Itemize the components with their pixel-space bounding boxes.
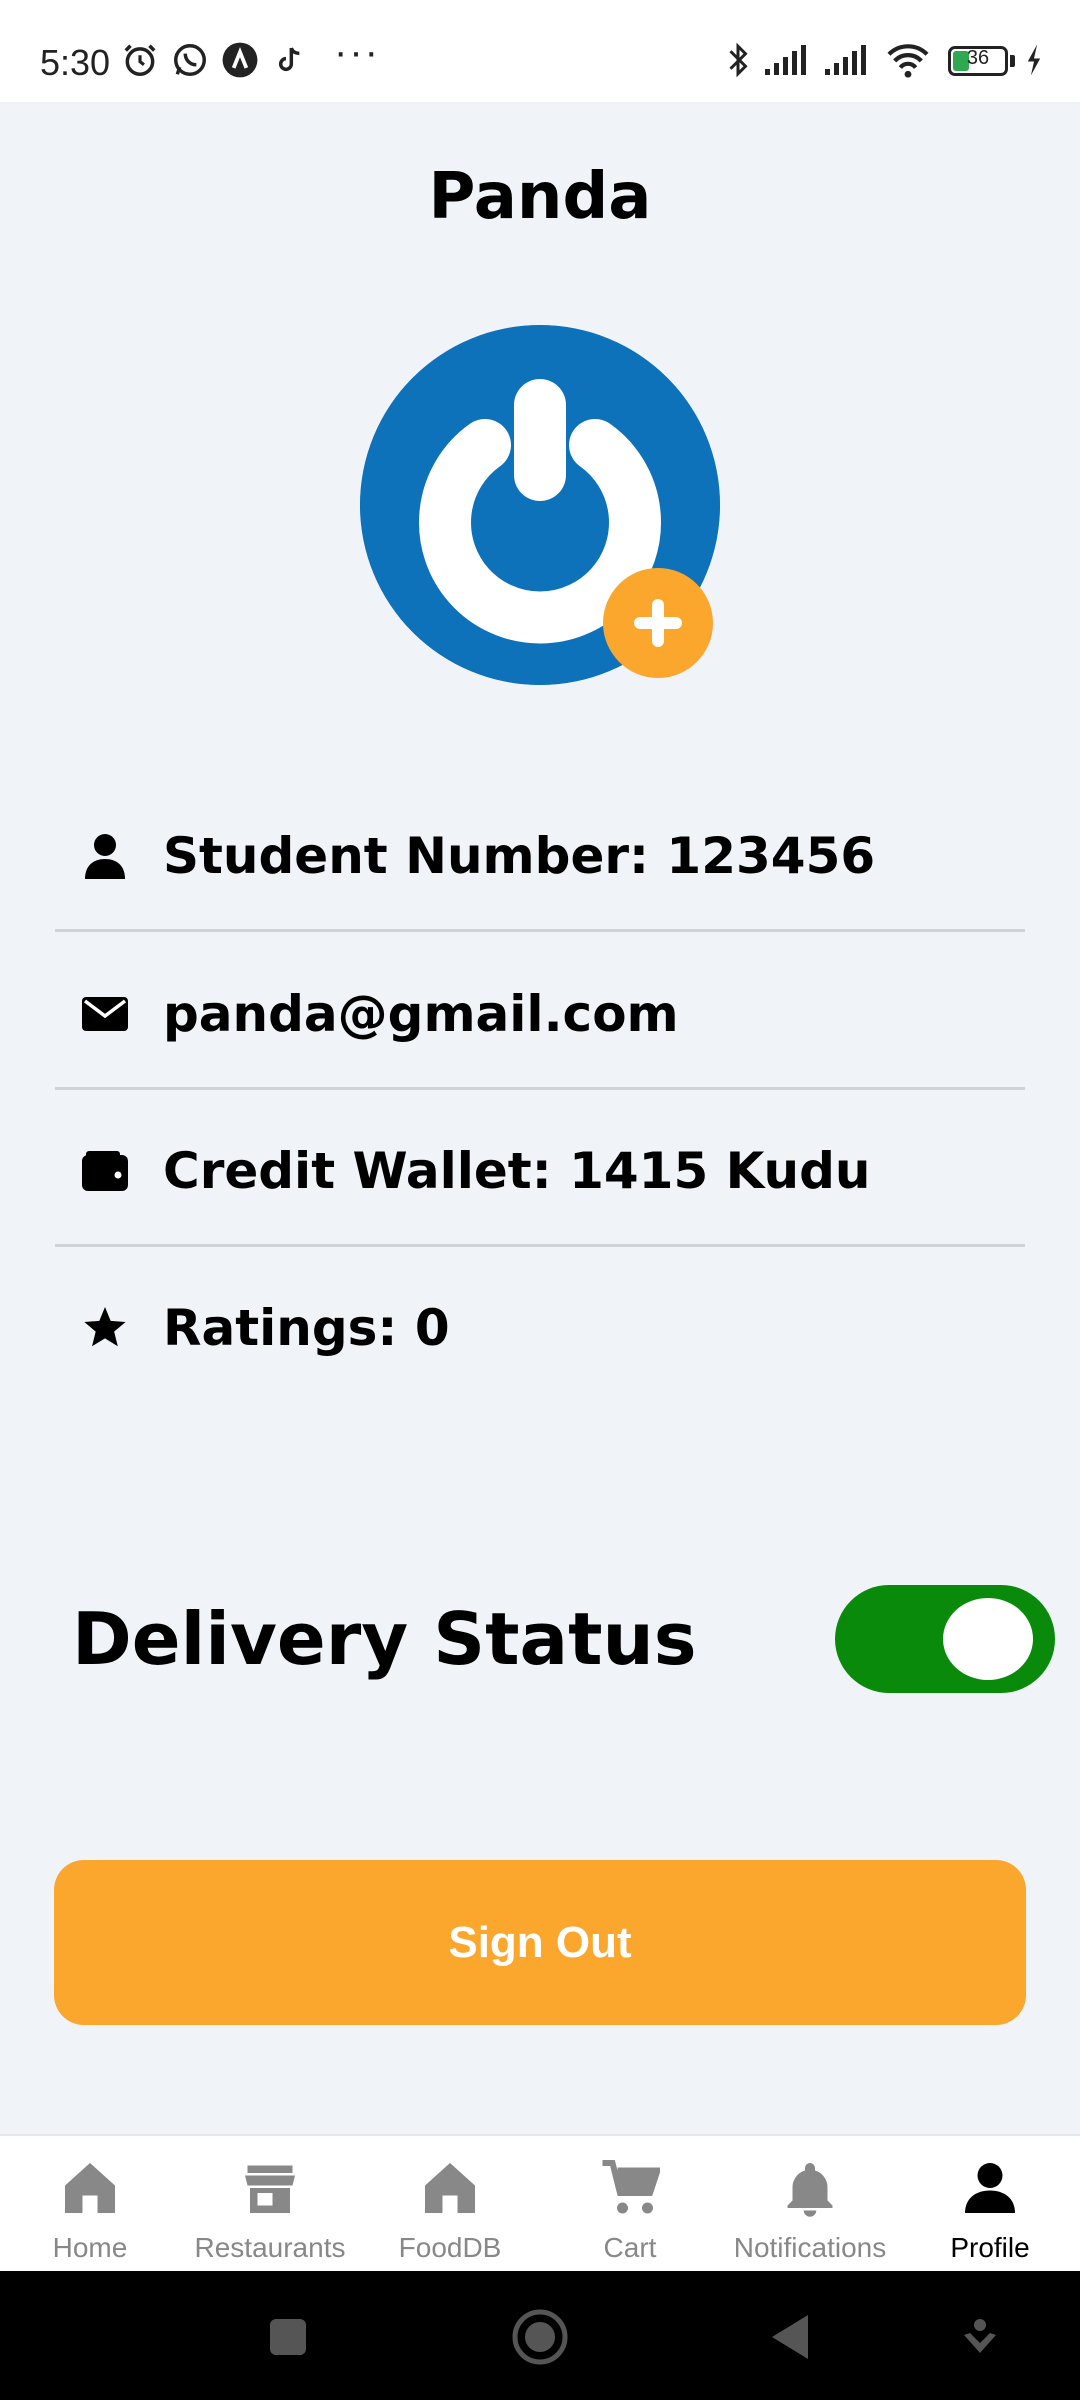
charging-icon — [1022, 40, 1046, 80]
nav-item-restaurants[interactable]: Restaurants — [180, 2136, 360, 2271]
student-number-text: Student Number: 123456 — [163, 826, 876, 885]
nav-label-notifications: Notifications — [733, 2232, 887, 2263]
nav-label-profile: Profile — [950, 2232, 1030, 2263]
system-navigation-bar — [0, 2271, 1080, 2400]
mail-icon — [80, 989, 130, 1039]
nav-item-notifications[interactable]: Notifications — [720, 2136, 900, 2271]
nav-label-cart: Cart — [603, 2232, 657, 2263]
wallet-text: Credit Wallet: 1415 Kudu — [163, 1141, 871, 1200]
add-photo-button[interactable] — [603, 568, 713, 678]
home-button-icon[interactable] — [508, 2305, 572, 2369]
store-icon — [238, 2156, 302, 2220]
nav-label-restaurants: Restaurants — [194, 2232, 346, 2263]
toggle-knob — [943, 1598, 1033, 1680]
ratings-row: Ratings: 0 — [55, 1253, 1025, 1403]
home-icon — [418, 2156, 482, 2220]
nav-item-profile[interactable]: Profile — [900, 2136, 1080, 2271]
nav-label-home: Home — [52, 2232, 128, 2263]
whatsapp-icon — [170, 40, 210, 80]
signal-icon — [762, 40, 814, 80]
email-text: panda@gmail.com — [163, 984, 679, 1043]
status-bar: 5:30 ··· 36 — [0, 0, 1080, 102]
back-icon[interactable] — [758, 2305, 822, 2369]
page-title: Panda — [428, 160, 652, 234]
ratings-text: Ratings: 0 — [163, 1299, 450, 1357]
star-icon — [80, 1303, 130, 1353]
delivery-status-label: Delivery Status — [72, 1597, 697, 1681]
status-time: 5:30 — [40, 42, 111, 83]
battery-level: 36 — [966, 47, 990, 69]
person-icon — [958, 2156, 1022, 2220]
email-row: panda@gmail.com — [55, 940, 1025, 1090]
nav-item-cart[interactable]: Cart — [540, 2136, 720, 2271]
student-number-row: Student Number: 123456 — [55, 782, 1025, 932]
sign-out-button[interactable]: Sign Out — [54, 1860, 1026, 2025]
plus-icon — [634, 599, 682, 647]
delivery-status-toggle[interactable] — [835, 1585, 1055, 1693]
recents-icon[interactable] — [256, 2305, 320, 2369]
signal-icon-2 — [822, 40, 874, 80]
nav-item-fooddb[interactable]: FoodDB — [360, 2136, 540, 2271]
accessibility-icon[interactable] — [948, 2305, 1012, 2369]
alarm-icon — [120, 40, 160, 80]
more-notifications-indicator: ··· — [334, 30, 380, 74]
nav-item-home[interactable]: Home — [0, 2136, 180, 2271]
wallet-row: Credit Wallet: 1415 Kudu — [55, 1097, 1025, 1247]
bottom-navigation: Home Restaurants FoodDB Cart Notificatio… — [0, 2134, 1080, 2271]
tiktok-icon — [272, 40, 308, 80]
battery-icon: 36 — [948, 46, 1008, 76]
person-icon — [80, 831, 130, 881]
nav-label-fooddb: FoodDB — [398, 2232, 502, 2263]
cart-icon — [598, 2156, 662, 2220]
app-a-icon — [220, 40, 260, 80]
bell-icon — [778, 2156, 842, 2220]
bluetooth-icon — [720, 40, 756, 80]
wifi-icon — [882, 40, 934, 80]
wallet-icon — [80, 1146, 130, 1196]
home-icon — [58, 2156, 122, 2220]
